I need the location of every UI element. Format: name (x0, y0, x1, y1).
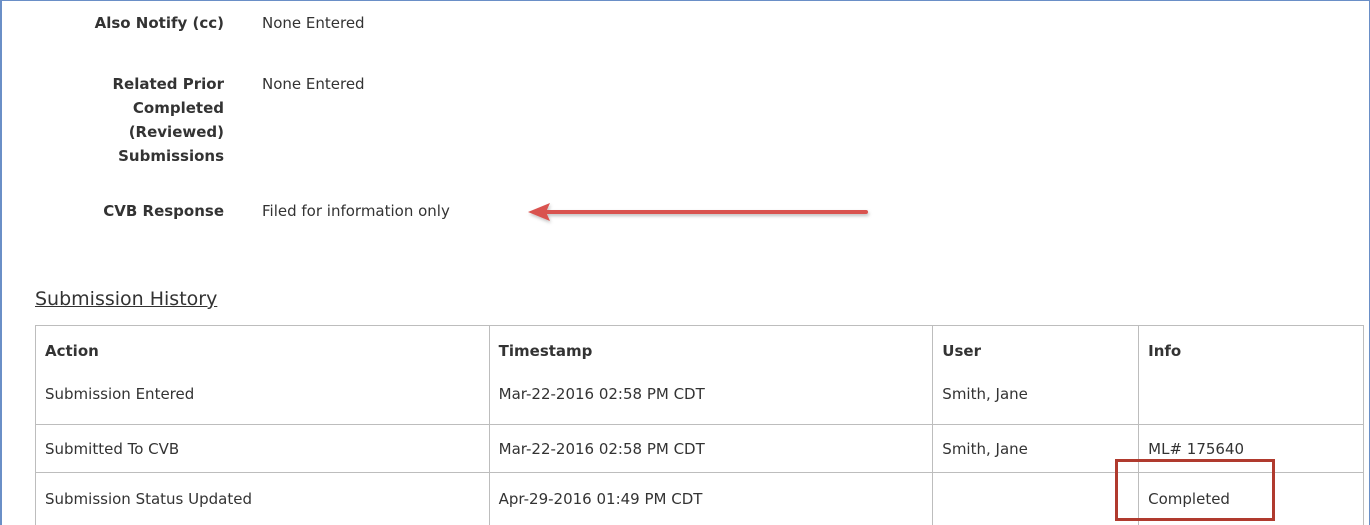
cell-timestamp: Apr-29-2016 01:49 PM CDT (488, 472, 934, 525)
related-prior-label-line: Related Prior (112, 75, 224, 93)
column-header-info: Info (1138, 325, 1364, 377)
related-prior-label: Related Prior Completed (Reviewed) Submi… (62, 72, 224, 168)
completed-highlight-box (1115, 459, 1275, 521)
page-frame: Also Notify (cc) None Entered Related Pr… (0, 0, 1370, 525)
table-header-row: Action Timestamp User Info (35, 325, 1364, 377)
annotation-arrow-icon (528, 203, 868, 221)
column-header-action: Action (35, 325, 490, 377)
column-header-timestamp: Timestamp (488, 325, 934, 377)
table-row: Submission Entered Mar-22-2016 02:58 PM … (35, 376, 1364, 425)
cell-user (932, 472, 1140, 525)
cell-user: Smith, Jane (932, 424, 1140, 473)
cell-user: Smith, Jane (932, 376, 1140, 425)
cell-action: Submission Status Updated (35, 472, 490, 525)
cvb-response-value: Filed for information only (262, 202, 450, 220)
related-prior-label-line: Submissions (118, 147, 224, 165)
also-notify-value: None Entered (262, 14, 365, 32)
related-prior-label-line: (Reviewed) (128, 123, 224, 141)
submission-history-title: Submission History (35, 288, 218, 310)
related-prior-label-line: Completed (132, 99, 224, 117)
cell-timestamp: Mar-22-2016 02:58 PM CDT (488, 376, 934, 425)
cell-timestamp: Mar-22-2016 02:58 PM CDT (488, 424, 934, 473)
cell-action: Submitted To CVB (35, 424, 490, 473)
cell-info (1138, 376, 1364, 425)
column-header-user: User (932, 325, 1140, 377)
cvb-response-label: CVB Response (103, 202, 224, 220)
also-notify-label: Also Notify (cc) (94, 14, 224, 32)
cell-action: Submission Entered (35, 376, 490, 425)
related-prior-value: None Entered (262, 75, 365, 93)
